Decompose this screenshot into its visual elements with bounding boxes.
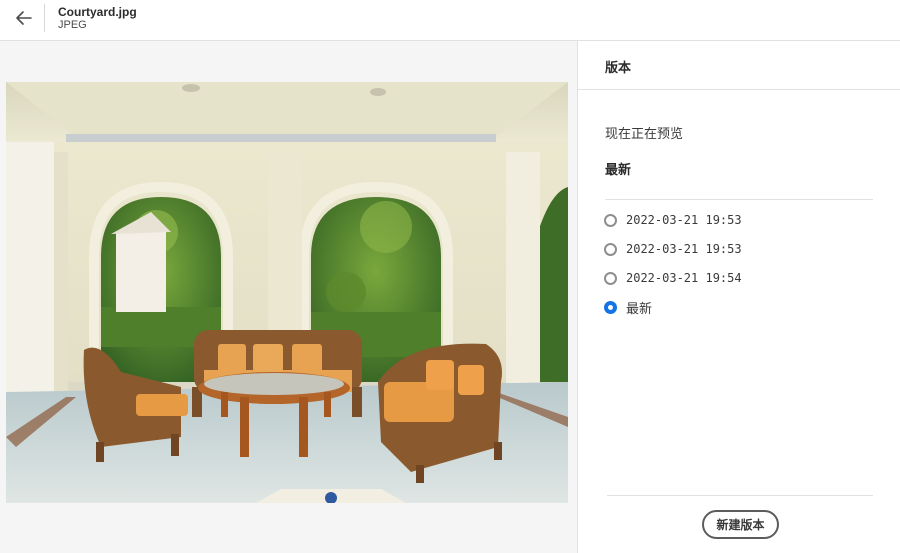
panel-title: 版本	[605, 60, 632, 75]
version-item-latest[interactable]: 最新	[604, 298, 652, 316]
previewing-label: 现在正在预览	[605, 126, 684, 141]
version-label: 2022-03-21 19:53	[626, 242, 742, 256]
version-item[interactable]: 2022-03-21 19:53	[604, 211, 742, 229]
divider	[605, 199, 873, 200]
version-label: 2022-03-21 19:54	[626, 271, 742, 285]
radio-button[interactable]	[604, 271, 617, 285]
current-version-name: 最新	[605, 162, 632, 177]
header-divider	[44, 4, 45, 32]
version-item[interactable]: 2022-03-21 19:54	[604, 269, 742, 287]
divider	[607, 495, 873, 496]
back-button[interactable]	[12, 7, 38, 29]
file-name: Courtyard.jpg	[58, 5, 137, 19]
radio-button-selected[interactable]	[604, 300, 617, 314]
courtyard-photo	[6, 82, 568, 503]
version-label: 最新	[626, 300, 653, 316]
radio-button[interactable]	[604, 213, 617, 227]
versions-panel: 版本 现在正在预览 最新 2022-03-21 19:53 2022-03-21…	[577, 41, 900, 553]
version-label: 2022-03-21 19:53	[626, 213, 742, 227]
radio-button[interactable]	[604, 242, 617, 256]
version-item[interactable]: 2022-03-21 19:53	[604, 240, 742, 258]
new-version-button[interactable]: 新建版本	[702, 510, 779, 539]
header-bar: Courtyard.jpg JPEG	[0, 0, 900, 41]
divider	[578, 89, 900, 90]
file-type: JPEG	[58, 19, 87, 31]
preview-area	[0, 41, 577, 553]
arrow-left-icon	[16, 11, 32, 25]
